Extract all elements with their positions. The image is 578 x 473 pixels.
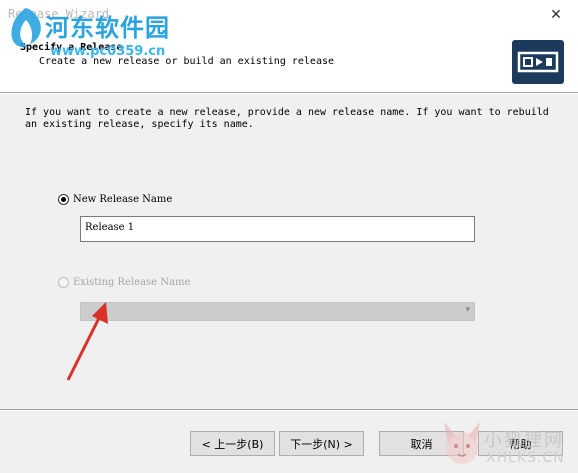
wizard-icon — [512, 40, 564, 84]
existing-release-radio[interactable] — [58, 277, 69, 288]
existing-release-label: Existing Release Name — [73, 277, 191, 288]
new-release-name-input[interactable]: Release 1 — [80, 216, 475, 242]
chevron-down-icon: ▾ — [465, 305, 470, 315]
close-icon: ✕ — [550, 7, 562, 23]
watermark-corner-name: 小狐狸网 — [484, 430, 564, 451]
watermark-corner-url: XHLKS.CN — [486, 450, 565, 466]
watermark-site-url: www.pc0359.cn — [50, 44, 166, 59]
annotation-arrow-icon — [66, 302, 108, 381]
fox-watermark-icon — [444, 422, 480, 464]
new-release-radio[interactable] — [58, 194, 69, 205]
watermark-site-name: 河东软件园 — [45, 14, 170, 42]
back-button[interactable]: < 上一步(B) — [190, 431, 275, 456]
next-button[interactable]: 下一步(N) > — [279, 431, 364, 456]
new-release-label: New Release Name — [73, 194, 173, 205]
existing-release-option[interactable]: Existing Release Name — [58, 277, 190, 288]
existing-release-select[interactable]: ▾ — [80, 302, 475, 321]
instructions-text: If you want to create a new release, pro… — [25, 107, 549, 130]
watermark-logo-icon — [11, 8, 41, 48]
close-button[interactable]: ✕ — [542, 4, 570, 26]
new-release-option[interactable]: New Release Name — [58, 194, 172, 205]
